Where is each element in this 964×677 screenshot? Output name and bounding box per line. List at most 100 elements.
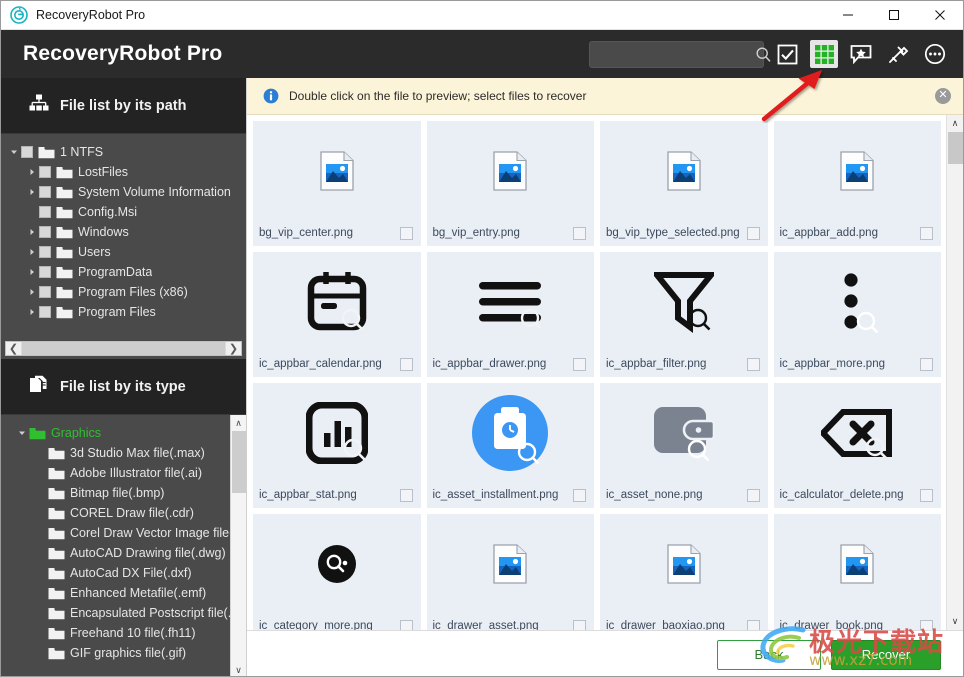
path-tree-item[interactable]: 1 NTFS [1,142,246,162]
chevron-right-icon[interactable] [25,188,39,196]
chevron-down-icon[interactable] [7,148,21,156]
path-tree-item[interactable]: Windows [1,222,246,242]
file-select-checkbox[interactable] [920,226,933,240]
scroll-up-button[interactable]: ∧ [947,115,964,132]
close-icon[interactable]: ✕ [935,88,951,104]
panel-header-file-list-by-type[interactable]: File list by its type [1,359,246,415]
scroll-track[interactable] [231,493,247,662]
feedback-icon[interactable] [847,40,875,68]
search-input[interactable] [600,47,755,61]
file-grid-item[interactable]: ic_asset_installment.png [426,383,594,508]
path-tree-item-checkbox[interactable] [39,266,51,278]
path-tree-item[interactable]: ProgramData [1,262,246,282]
file-select-checkbox[interactable] [920,357,933,371]
chevron-right-icon[interactable] [25,268,39,276]
type-tree-item[interactable]: 3d Studio Max file(.max) [1,443,246,463]
file-select-checkbox[interactable] [573,226,586,240]
file-grid-item[interactable]: ic_appbar_calendar.png [253,252,421,377]
file-grid-item[interactable]: ic_drawer_baoxiao.png [600,514,768,630]
type-tree-item[interactable]: GIF graphics file(.gif) [1,643,246,663]
grid-view-icon[interactable] [810,40,838,68]
file-grid-item[interactable]: ic_appbar_add.png [773,121,941,246]
file-grid-item[interactable]: bg_vip_center.png [253,121,421,246]
path-tree-item-checkbox[interactable] [39,166,51,178]
file-select-checkbox[interactable] [399,488,413,502]
path-tree-item-checkbox[interactable] [39,286,51,298]
file-grid-item[interactable]: ic_calculator_delete.png [773,383,941,508]
chevron-down-icon[interactable] [15,429,29,437]
file-select-checkbox[interactable] [399,357,413,371]
file-grid[interactable]: bg_vip_center.png bg_vip_entry.png bg_vi… [253,121,941,630]
file-select-checkbox[interactable] [573,488,586,502]
file-grid-item[interactable]: ic_drawer_asset.png [426,514,594,630]
path-tree-item-checkbox[interactable] [39,206,51,218]
file-select-checkbox[interactable] [573,357,586,371]
file-select-checkbox[interactable] [399,619,413,630]
chevron-right-icon[interactable] [25,248,39,256]
type-tree-item[interactable]: AutoCAD Drawing file(.dwg) [1,543,246,563]
path-tree-item[interactable]: Users [1,242,246,262]
chevron-right-icon[interactable] [25,288,39,296]
search-box[interactable] [589,40,771,68]
file-select-checkbox[interactable] [920,619,933,630]
chevron-right-icon[interactable] [25,168,39,176]
path-tree-item[interactable]: Program Files [1,302,246,322]
file-grid-item[interactable]: ic_asset_none.png [600,383,768,508]
maximize-button[interactable] [871,1,917,29]
scroll-right-button[interactable]: ❯ [226,342,241,355]
search-icon[interactable] [755,46,772,63]
minimize-button[interactable] [825,1,871,29]
path-tree-item[interactable]: Config.Msi [1,202,246,222]
file-grid-item[interactable]: bg_vip_type_selected.png [600,121,768,246]
type-tree-item[interactable]: Encapsulated Postscript file(.eps) [1,603,246,623]
file-select-checkbox[interactable] [746,357,760,371]
type-tree-vertical-scrollbar[interactable]: ∧ ∨ [230,415,247,676]
file-select-checkbox[interactable] [399,226,413,240]
chevron-right-icon[interactable] [25,228,39,236]
file-grid-vertical-scrollbar[interactable]: ∧ ∨ [946,115,963,630]
file-grid-item[interactable]: ic_appbar_drawer.png [426,252,594,377]
path-tree-item[interactable]: LostFiles [1,162,246,182]
type-tree[interactable]: Graphics 3d Studio Max file(.max) Adobe … [1,415,246,676]
scroll-up-button[interactable]: ∧ [231,415,247,431]
type-tree-item[interactable]: Bitmap file(.bmp) [1,483,246,503]
file-select-checkbox[interactable] [746,619,760,630]
scroll-thumb[interactable] [947,132,963,164]
type-tree-item[interactable]: AutoCad DX File(.dxf) [1,563,246,583]
recover-button[interactable]: Recover [831,639,941,670]
file-select-checkbox[interactable] [746,226,760,240]
scroll-down-button[interactable]: ∨ [231,662,247,676]
scroll-down-button[interactable]: ∨ [947,613,964,630]
path-tree[interactable]: 1 NTFS LostFiles System Volume Informati… [1,134,246,359]
file-grid-item[interactable]: ic_category_more.png [253,514,421,630]
path-tree-item-checkbox[interactable] [21,146,33,158]
type-tree-item[interactable]: Corel Draw Vector Image file(.cmx) [1,523,246,543]
scroll-thumb[interactable] [22,342,225,355]
scroll-thumb[interactable] [231,431,246,493]
type-tree-item[interactable]: Freehand 10 file(.fh11) [1,623,246,643]
path-tree-horizontal-scrollbar[interactable]: ❮ ❯ [5,341,242,356]
more-options-icon[interactable] [921,40,949,68]
file-grid-item[interactable]: ic_appbar_filter.png [600,252,768,377]
select-all-checkbox-icon[interactable] [773,40,801,68]
path-tree-item[interactable]: Program Files (x86) [1,282,246,302]
type-tree-root[interactable]: Graphics [1,423,246,443]
file-grid-item[interactable]: ic_appbar_more.png [773,252,941,377]
file-grid-item[interactable]: ic_drawer_book.png [773,514,941,630]
panel-header-file-list-by-path[interactable]: File list by its path [1,78,246,134]
type-tree-item[interactable]: Enhanced Metafile(.emf) [1,583,246,603]
type-tree-item[interactable]: Adobe Illustrator file(.ai) [1,463,246,483]
path-tree-item-checkbox[interactable] [39,246,51,258]
close-button[interactable] [917,1,963,29]
path-tree-item-checkbox[interactable] [39,306,51,318]
path-tree-item-checkbox[interactable] [39,226,51,238]
file-select-checkbox[interactable] [746,488,760,502]
type-tree-item[interactable]: COREL Draw file(.cdr) [1,503,246,523]
file-grid-item[interactable]: ic_appbar_stat.png [253,383,421,508]
path-tree-item-checkbox[interactable] [39,186,51,198]
path-tree-item[interactable]: System Volume Information [1,182,246,202]
file-select-checkbox[interactable] [920,488,933,502]
activate-key-icon[interactable] [884,40,912,68]
scroll-left-button[interactable]: ❮ [6,342,21,355]
file-grid-item[interactable]: bg_vip_entry.png [426,121,594,246]
